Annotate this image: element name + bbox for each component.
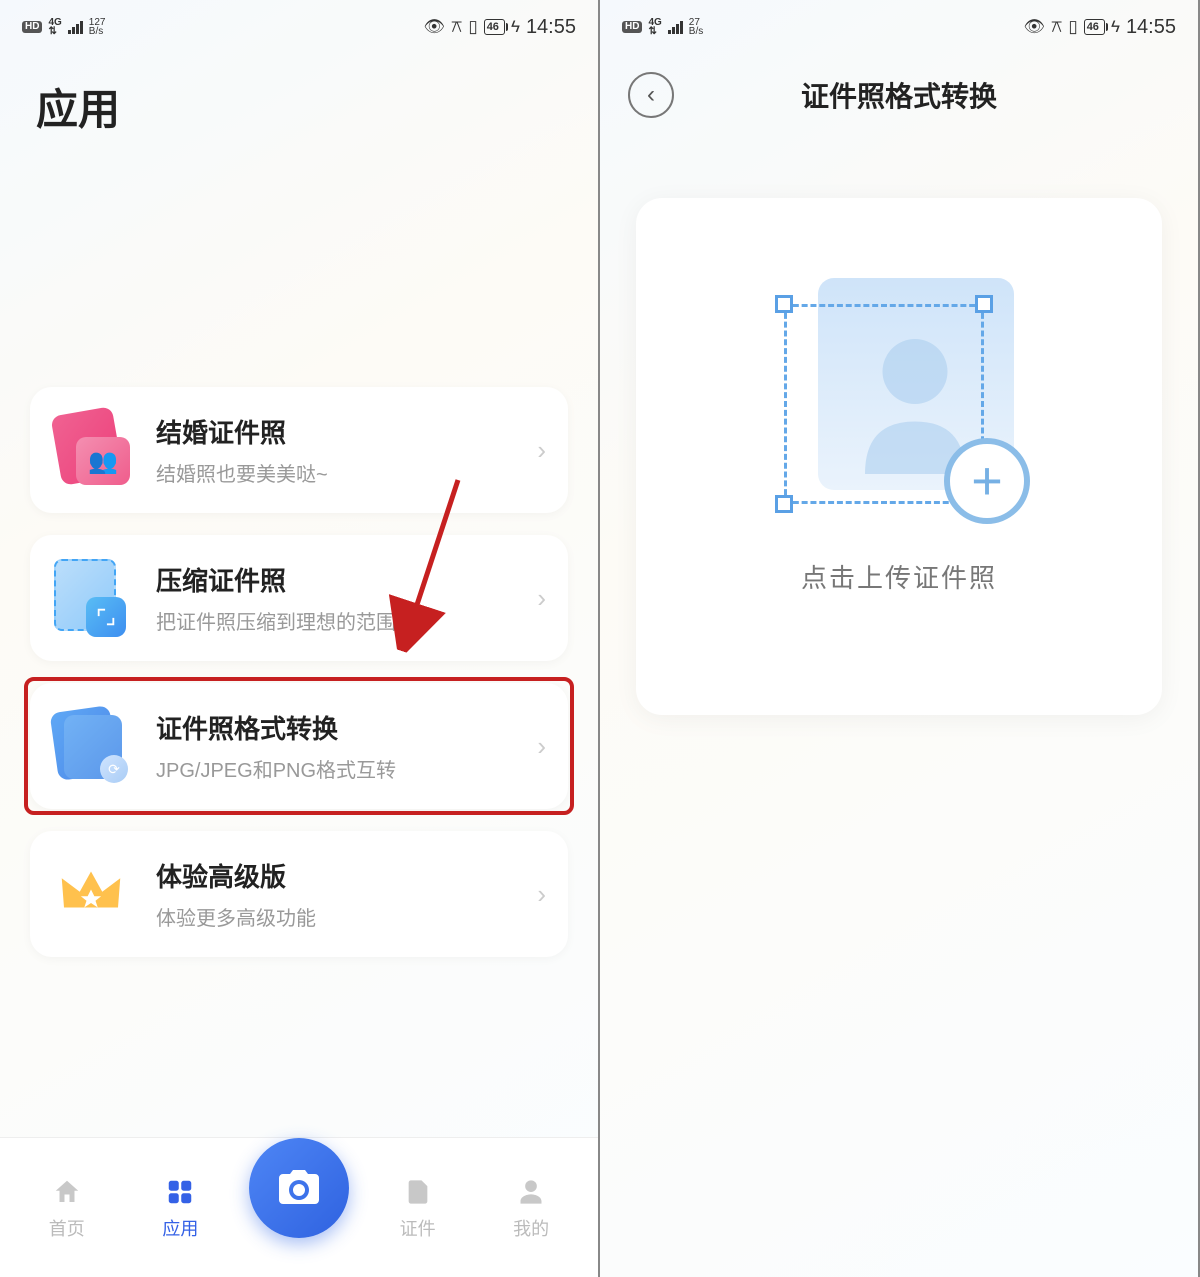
- nav-label: 应用: [162, 1215, 198, 1241]
- camera-icon: [275, 1164, 323, 1212]
- card-title: 体验高级版: [156, 857, 537, 894]
- clock: 14:55: [526, 16, 576, 39]
- app-card-list: 👥 结婚证件照 结婚照也要美美哒~ › 压缩证件照 把证件照压缩到理想的范围内 …: [0, 137, 598, 957]
- eye-icon: 👁: [423, 17, 445, 37]
- bluetooth-icon: ⚻: [1051, 17, 1062, 37]
- home-icon: [50, 1175, 84, 1209]
- vibrate-icon: ▯: [1068, 17, 1077, 37]
- card-premium[interactable]: 体验高级版 体验更多高级功能 ›: [30, 831, 568, 957]
- status-bar: HD 4G⇅ 127B/s 👁 ⚻ ▯ 46 ϟ 14:55: [0, 0, 598, 48]
- chevron-right-icon: ›: [537, 435, 546, 466]
- nav-label: 证件: [400, 1215, 436, 1241]
- card-subtitle: 结婚照也要美美哒~: [156, 458, 537, 487]
- vibrate-icon: ▯: [468, 17, 477, 37]
- card-title: 结婚证件照: [156, 413, 537, 450]
- crop-handle-icon: [775, 495, 793, 513]
- net-speed: 127B/s: [89, 18, 106, 37]
- net-speed: 27B/s: [689, 18, 703, 37]
- nav-home[interactable]: 首页: [22, 1175, 112, 1241]
- upload-panel: + 点击上传证件照: [636, 198, 1162, 715]
- upload-photo-button[interactable]: +: [784, 278, 1014, 508]
- card-title: 证件照格式转换: [156, 709, 537, 746]
- network-4g-icon: 4G⇅: [648, 18, 661, 36]
- marriage-photo-icon: 👥: [52, 411, 130, 489]
- compress-photo-icon: [52, 559, 130, 637]
- crop-handle-icon: [775, 295, 793, 313]
- upload-hint-text: 点击上传证件照: [801, 558, 997, 595]
- card-subtitle: JPG/JPEG和PNG格式互转: [156, 754, 537, 783]
- page-title: 应用: [0, 48, 598, 137]
- battery-icon: 46: [484, 19, 505, 35]
- bluetooth-icon: ⚻: [451, 17, 462, 37]
- hd-icon: HD: [22, 21, 42, 33]
- clock: 14:55: [1126, 16, 1176, 39]
- convert-format-icon: ⟳: [52, 707, 130, 785]
- card-compress-photo[interactable]: 压缩证件照 把证件照压缩到理想的范围内 ›: [30, 535, 568, 661]
- page-header: ‹ 证件照格式转换: [600, 48, 1198, 128]
- chevron-right-icon: ›: [537, 731, 546, 762]
- crop-handle-icon: [975, 295, 993, 313]
- battery-icon: 46: [1084, 19, 1105, 35]
- charging-icon: ϟ: [1111, 17, 1120, 37]
- bottom-nav: 首页 应用 证件 我的: [0, 1137, 598, 1277]
- signal-icon: [668, 21, 683, 34]
- nav-camera-button[interactable]: [249, 1138, 349, 1238]
- card-marriage-photo[interactable]: 👥 结婚证件照 结婚照也要美美哒~ ›: [30, 387, 568, 513]
- apps-icon: [163, 1175, 197, 1209]
- card-subtitle: 把证件照压缩到理想的范围内: [156, 606, 537, 635]
- person-icon: [514, 1175, 548, 1209]
- nav-label: 我的: [513, 1215, 549, 1241]
- network-4g-icon: 4G⇅: [48, 18, 61, 36]
- nav-apps[interactable]: 应用: [135, 1175, 225, 1241]
- page-title: 证件照格式转换: [600, 75, 1198, 115]
- nav-docs[interactable]: 证件: [373, 1175, 463, 1241]
- signal-icon: [68, 21, 83, 34]
- charging-icon: ϟ: [511, 17, 520, 37]
- crown-icon: [52, 855, 130, 933]
- chevron-right-icon: ›: [537, 583, 546, 614]
- card-title: 压缩证件照: [156, 561, 537, 598]
- add-icon: +: [944, 438, 1030, 524]
- card-subtitle: 体验更多高级功能: [156, 902, 537, 931]
- card-convert-format[interactable]: ⟳ 证件照格式转换 JPG/JPEG和PNG格式互转 ›: [30, 683, 568, 809]
- nav-label: 首页: [49, 1215, 85, 1241]
- hd-icon: HD: [622, 21, 642, 33]
- eye-icon: 👁: [1023, 17, 1045, 37]
- right-screen: HD 4G⇅ 27B/s 👁 ⚻ ▯ 46 ϟ 14:55 ‹ 证件照格式转换: [600, 0, 1200, 1277]
- left-screen: HD 4G⇅ 127B/s 👁 ⚻ ▯ 46 ϟ 14:55 应用 👥 结婚证件…: [0, 0, 600, 1277]
- status-bar: HD 4G⇅ 27B/s 👁 ⚻ ▯ 46 ϟ 14:55: [600, 0, 1198, 48]
- document-icon: [401, 1175, 435, 1209]
- nav-mine[interactable]: 我的: [486, 1175, 576, 1241]
- chevron-right-icon: ›: [537, 879, 546, 910]
